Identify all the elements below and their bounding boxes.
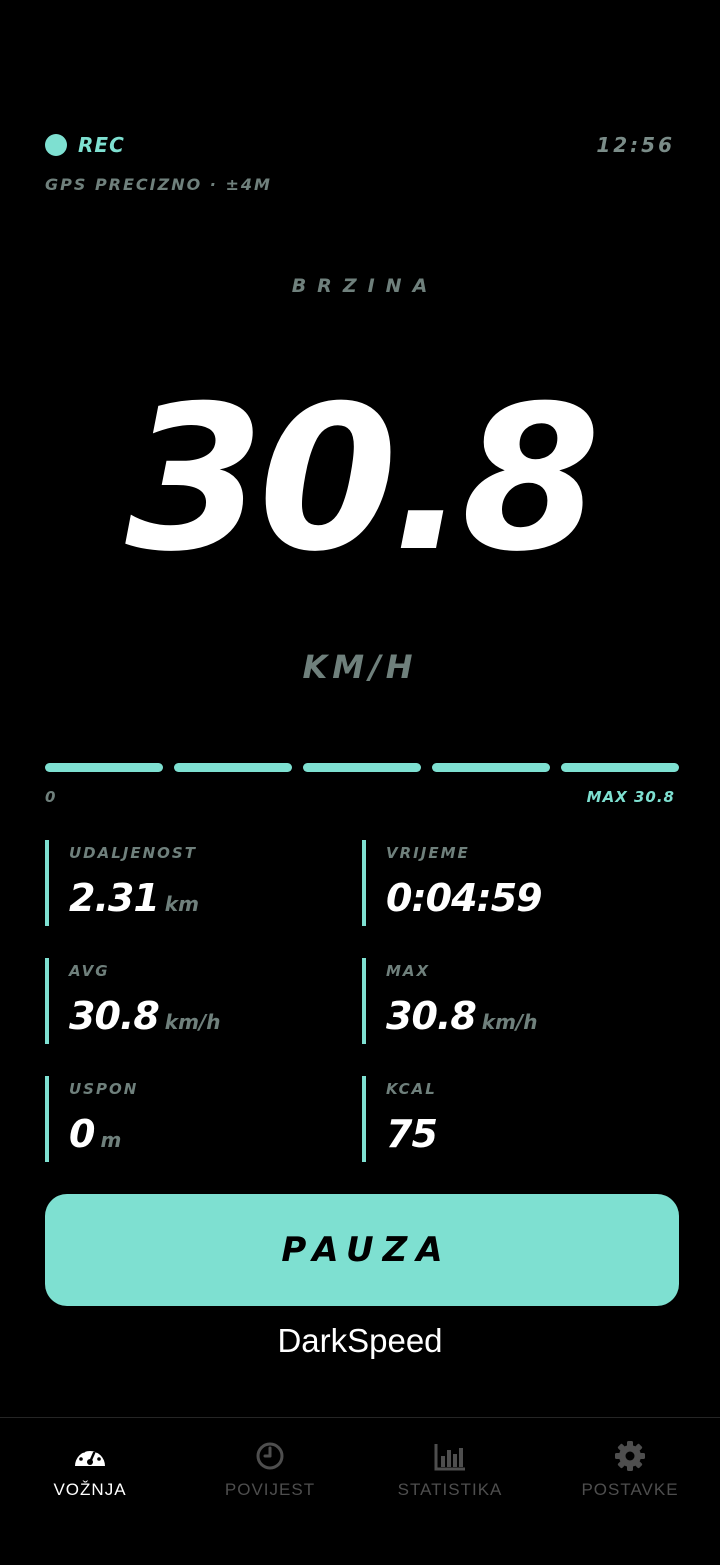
stat-unit: km bbox=[164, 892, 199, 916]
stat-value: 0 bbox=[69, 1112, 95, 1156]
stat-value: 30.8 bbox=[69, 994, 160, 1038]
bar-chart-icon bbox=[434, 1444, 465, 1471]
stat-unit: m bbox=[100, 1128, 122, 1152]
stat-calories: KCAL 75 bbox=[362, 1076, 662, 1162]
stat-max-speed: MAX 30.8 km/h bbox=[362, 958, 662, 1044]
stat-label: KCAL bbox=[386, 1080, 437, 1098]
stat-label: AVG bbox=[69, 962, 110, 980]
nav-item-povijest[interactable]: POVIJEST bbox=[180, 1418, 360, 1565]
stat-time: VRIJEME 0:04:59 bbox=[362, 840, 662, 926]
bottom-navigation: VOŽNJA POVIJEST STATISTIKA POSTAVKE bbox=[0, 1417, 720, 1565]
speed-bar-segment bbox=[45, 763, 163, 772]
nav-item-postavke[interactable]: POSTAVKE bbox=[540, 1418, 720, 1565]
stat-elevation: USPON 0m bbox=[45, 1076, 345, 1162]
nav-label: POVIJEST bbox=[224, 1480, 316, 1499]
speed-value: 30.8 bbox=[125, 363, 600, 596]
gps-status: GPS PRECIZNO · ±4M bbox=[45, 175, 272, 194]
speed-bar-segment bbox=[303, 763, 421, 772]
speed-bar-segment bbox=[174, 763, 292, 772]
speed-bar-segment bbox=[561, 763, 679, 772]
stats-grid: UDALJENOST 2.31 km VRIJEME 0:04:59 AVG 30… bbox=[45, 840, 679, 1162]
speedometer-icon bbox=[75, 1445, 105, 1466]
nav-label: POSTAVKE bbox=[581, 1480, 679, 1499]
stat-unit: km/h bbox=[164, 1010, 221, 1034]
status-bar: REC 12:56 bbox=[45, 130, 675, 160]
nav-item-statistika[interactable]: STATISTIKA bbox=[360, 1418, 540, 1565]
stat-label: UDALJENOST bbox=[69, 844, 197, 862]
speed-unit: KM/H bbox=[302, 648, 418, 686]
stat-value: 30.8 bbox=[386, 994, 477, 1038]
stat-unit: km/h bbox=[481, 1010, 538, 1034]
nav-item-voznja[interactable]: VOŽNJA bbox=[0, 1418, 180, 1565]
stat-average-speed: AVG 30.8 km/h bbox=[45, 958, 345, 1044]
recording-label: REC bbox=[78, 133, 125, 157]
stat-value: 2.31 bbox=[69, 876, 160, 920]
speed-label: BRZINA bbox=[291, 275, 439, 297]
stat-label: USPON bbox=[69, 1080, 139, 1098]
recording-indicator-dot bbox=[45, 134, 67, 156]
stat-distance: UDALJENOST 2.31 km bbox=[45, 840, 345, 926]
speed-progress-bar bbox=[45, 763, 679, 772]
speed-bar-max-label: MAX 30.8 bbox=[586, 788, 675, 806]
clock: 12:56 bbox=[596, 133, 675, 157]
speed-bar-segment bbox=[432, 763, 550, 772]
clock-icon bbox=[256, 1442, 284, 1470]
stat-label: VRIJEME bbox=[386, 844, 470, 862]
speed-bar-min-label: 0 bbox=[45, 788, 56, 806]
stat-value: 75 bbox=[386, 1112, 438, 1156]
stat-label: MAX bbox=[386, 962, 431, 980]
gear-icon bbox=[615, 1441, 645, 1471]
stat-value: 0:04:59 bbox=[386, 876, 543, 920]
app-name: DarkSpeed bbox=[277, 1322, 443, 1359]
nav-label: STATISTIKA bbox=[397, 1480, 503, 1499]
nav-label: VOŽNJA bbox=[53, 1480, 127, 1499]
pause-button[interactable]: PAUZA bbox=[45, 1194, 679, 1306]
